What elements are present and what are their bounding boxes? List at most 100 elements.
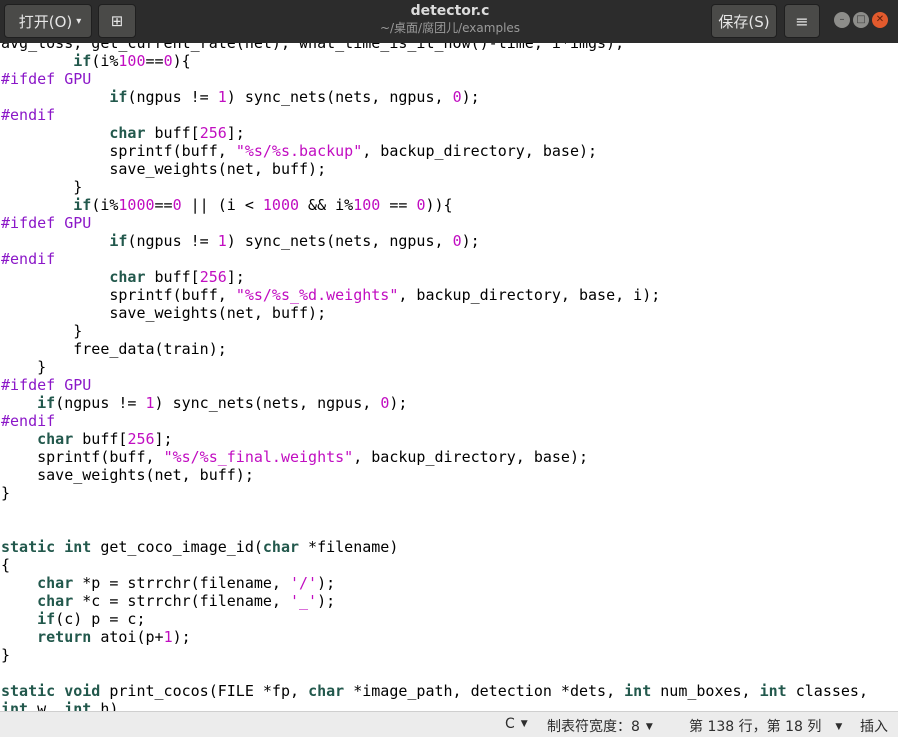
code-token: , backup_directory, base); [362,142,598,160]
code-line[interactable]: if(i%1000==0 || (i < 1000 && i%100 == 0)… [1,196,452,214]
code-token: 100 [353,196,381,214]
save-button-label: 保存(S) [718,12,770,31]
code-token: num_boxes, [651,682,760,700]
header-bar: 打开(O) ▾ ⊞ detector.c ~/桌面/腐团儿/examples 保… [0,0,898,43]
code-editor[interactable]: avg_loss, get_current_rate(net), what_ti… [0,43,898,711]
code-line[interactable]: #ifdef GPU [1,376,91,394]
cursor-position-dropdown-icon: ▼ [835,722,843,732]
code-token: int [759,682,787,700]
code-token: int [1,700,29,711]
code-token: print_cocos(FILE *fp, [100,682,309,700]
insert-mode-indicator: 插入 [860,716,888,736]
code-line[interactable]: avg_loss, get_current_rate(net), what_ti… [1,43,624,52]
code-token: ) sync_nets(nets, ngpus, [226,232,453,250]
code-token: if [73,52,92,70]
hamburger-menu-icon: ≡ [795,11,809,31]
code-line[interactable]: save_weights(net, buff); [1,466,254,484]
code-token: atoi(p+ [91,628,164,646]
code-line[interactable]: #endif [1,412,55,430]
code-token: #ifdef GPU [1,214,92,232]
code-line[interactable]: #endif [1,250,55,268]
code-token: #endif [1,106,56,124]
code-token: buff[ [145,124,200,142]
code-token: "%s/%s_%d.weights" [235,286,399,304]
code-token: #ifdef GPU [1,70,92,88]
code-line[interactable]: char buff[256]; [1,430,173,448]
minimize-icon[interactable]: – [834,12,850,28]
maximize-icon[interactable]: □ [853,12,869,28]
tab-width-dropdown-icon: ▼ [645,722,653,732]
code-line[interactable]: if(ngpus != 1) sync_nets(nets, ngpus, 0)… [1,232,479,250]
code-token: ]; [154,430,173,448]
code-line[interactable]: sprintf(buff, "%s/%s_%d.weights", backup… [1,286,660,304]
code-token: int [64,700,92,711]
code-line[interactable]: } [1,322,82,340]
code-line[interactable]: } [1,178,82,196]
code-token: ) sync_nets(nets, ngpus, [154,394,381,412]
code-token: char [109,268,146,286]
open-button[interactable]: 打开(O) ▾ [4,4,92,38]
menu-button[interactable]: ≡ [784,4,820,38]
code-token: if [109,232,128,250]
code-line[interactable]: save_weights(net, buff); [1,304,326,322]
code-line[interactable]: } [1,646,10,664]
window-subtitle: ~/桌面/腐团儿/examples [379,21,521,35]
code-token: sprintf(buff, [1,448,164,466]
code-line[interactable]: sprintf(buff, "%s/%s_final.weights", bac… [1,448,588,466]
code-line[interactable]: } [1,484,10,502]
close-icon[interactable]: ✕ [872,12,888,28]
language-selector[interactable]: C ▼ [505,716,528,732]
code-token: #ifdef GPU [1,376,92,394]
code-line[interactable]: if(ngpus != 1) sync_nets(nets, ngpus, 0)… [1,394,407,412]
code-token: ]; [226,268,245,286]
code-token: *p = strrchr(filename, [73,574,290,592]
code-token: h) [91,700,119,711]
code-line[interactable]: char buff[256]; [1,268,245,286]
cursor-position-selector[interactable]: 第 138 行，第 18 列 ▼ [689,716,842,736]
code-line[interactable]: save_weights(net, buff); [1,160,326,178]
code-line[interactable]: if(c) p = c; [1,610,145,628]
code-token: return [37,628,92,646]
code-token: 256 [199,268,227,286]
code-line[interactable]: #ifdef GPU [1,214,91,232]
code-line[interactable]: char *c = strrchr(filename, '_'); [1,592,335,610]
code-token: char [37,574,74,592]
code-token: char [37,592,74,610]
code-token: char [109,124,146,142]
code-line[interactable]: #ifdef GPU [1,70,91,88]
code-line[interactable]: if(ngpus != 1) sync_nets(nets, ngpus, 0)… [1,88,479,106]
code-token: avg_loss, get_current_rate(net), what_ti… [1,43,625,52]
code-line[interactable]: int w, int h) [1,700,118,711]
code-line[interactable]: sprintf(buff, "%s/%s.backup", backup_dir… [1,142,597,160]
cursor-position-label: 第 138 行，第 18 列 [689,719,822,735]
code-token: 1000 [262,196,300,214]
code-token: save_weights(net, buff); [1,466,254,484]
code-token: get_coco_image_id( [91,538,263,556]
code-line[interactable]: { [1,556,10,574]
code-line[interactable]: if(i%100==0){ [1,52,190,70]
code-line[interactable]: static int get_coco_image_id(char *filen… [1,538,398,556]
code-line[interactable]: return atoi(p+1); [1,628,191,646]
tab-width-selector[interactable]: 制表符宽度：8 ▼ [547,716,653,736]
code-token: if [73,196,92,214]
code-token: ) sync_nets(nets, ngpus, [226,88,453,106]
code-line[interactable]: } [1,358,46,376]
code-line[interactable]: char buff[256]; [1,124,244,142]
code-token: *c = strrchr(filename, [73,592,290,610]
code-token: 0 [380,394,390,412]
code-token: "%s/%s.backup" [235,142,363,160]
code-line[interactable]: free_data(train); [1,340,227,358]
code-line[interactable]: #endif [1,106,55,124]
code-line[interactable]: char *p = strrchr(filename, '/'); [1,574,335,592]
language-dropdown-icon: ▼ [520,719,528,729]
code-token: ) [172,52,182,70]
code-line[interactable]: static void print_cocos(FILE *fp, char *… [1,682,868,700]
open-dropdown-icon: ▾ [76,15,82,27]
code-token: static [1,538,56,556]
save-button[interactable]: 保存(S) [711,4,777,38]
pin-button[interactable]: ⊞ [98,4,136,38]
code-token: (ngpus != [55,394,146,412]
tab-width-label: 制表符宽度：8 [547,719,640,735]
